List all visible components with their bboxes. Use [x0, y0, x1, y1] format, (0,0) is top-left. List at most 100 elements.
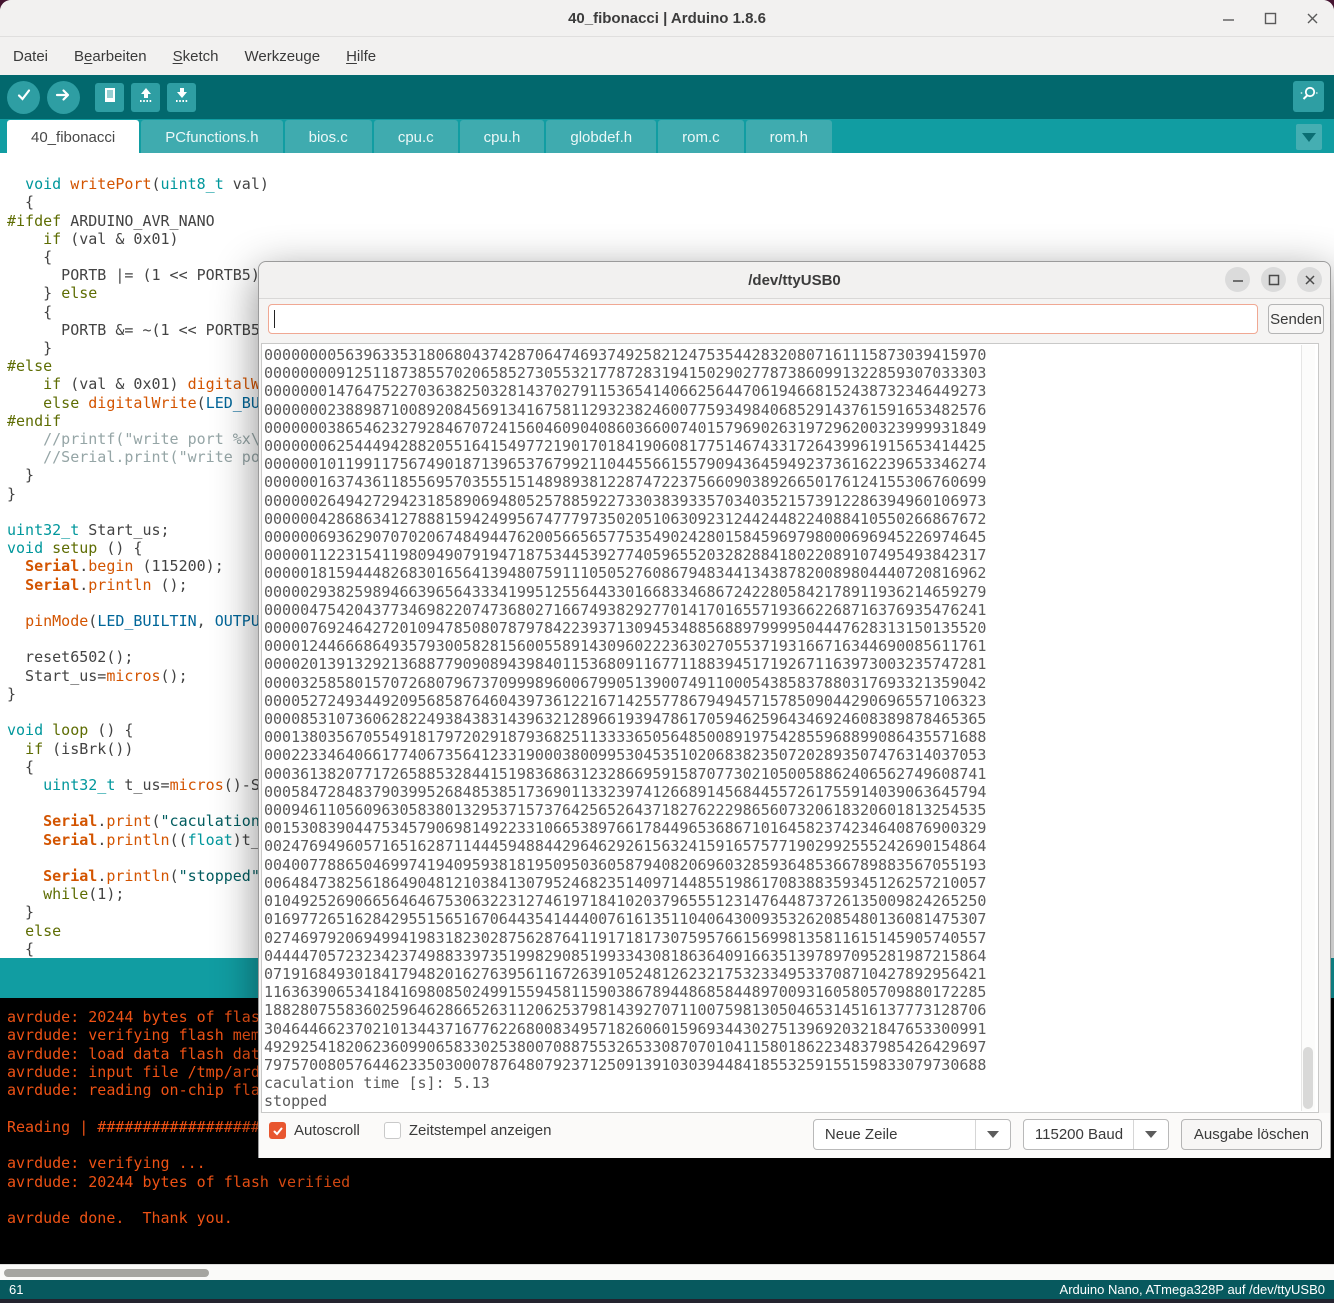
new-sketch-button[interactable]	[95, 82, 124, 112]
autoscroll-label: Autoscroll	[294, 1122, 360, 1139]
serial-vertical-scrollbar[interactable]	[1301, 345, 1315, 1111]
menubar: Datei Bearbeiten Sketch Werkzeuge Hilfe	[0, 37, 1334, 75]
text-line: 0040077886504699741940959381819509503605…	[264, 855, 987, 874]
clear-output-button[interactable]: Ausgabe löschen	[1180, 1119, 1322, 1150]
send-button[interactable]: Senden	[1268, 304, 1324, 334]
down-arrow-icon	[173, 86, 191, 109]
minimize-icon[interactable]	[1225, 267, 1250, 292]
screen: 40_fibonacci | Arduino 1.8.6 Datei Bearb…	[0, 0, 1334, 1303]
menu-datei[interactable]: Datei	[9, 46, 52, 67]
serial-controls-right: Neue Zeile 115200 Baud Ausgabe löschen	[812, 1119, 1322, 1150]
line-ending-dropdown[interactable]: Neue Zeile	[812, 1119, 1011, 1150]
text-line: #ifdef ARDUINO_AVR_NANO	[7, 211, 215, 230]
close-icon[interactable]	[1304, 10, 1320, 26]
text-line: void writePort(uint8_t val)	[25, 175, 269, 194]
window-bottom-edge	[0, 1299, 1334, 1303]
tab-40-fibonacci[interactable]: 40_fibonacci	[7, 120, 140, 154]
close-icon[interactable]	[1297, 267, 1322, 292]
tab-bios-c[interactable]: bios.c	[284, 120, 372, 154]
toolbar	[0, 75, 1334, 119]
serial-titlebar: /dev/ttyUSB0	[259, 262, 1330, 299]
text-line: 0000001011991175674901871396537679921104…	[264, 455, 987, 474]
horizontal-scrollbar[interactable]	[0, 1264, 1334, 1281]
statusbar: 61 Arduino Nano, ATmega328P auf /dev/tty…	[0, 1280, 1334, 1299]
tab-pcfunctions-h[interactable]: PCfunctions.h	[141, 120, 283, 154]
text-line: 0000000625444942882055164154977219017018…	[264, 437, 987, 456]
tab-cpu-c[interactable]: cpu.c	[373, 120, 458, 154]
chevron-down-icon	[986, 1131, 999, 1138]
check-icon	[273, 1127, 282, 1135]
text-line: caculation time [s]: 5.13	[264, 1074, 490, 1093]
serial-monitor-window: /dev/ttyUSB0 Senden 00000000563963353180…	[258, 261, 1331, 1158]
text-line: avrdude: 20244 bytes of flash verified	[7, 1172, 351, 1191]
right-arrow-icon	[55, 86, 73, 109]
dropdown-chevron[interactable]	[974, 1120, 1010, 1149]
text-line: 0000011223154119809490791947187534453927…	[264, 546, 987, 565]
menu-sketch[interactable]: Sketch	[169, 46, 223, 67]
minimize-icon[interactable]	[1220, 10, 1236, 26]
serial-output-area[interactable]: 0000000056396335318068043742870647469374…	[261, 343, 1319, 1113]
text-line: 0005847284837903995268485385173690113323…	[264, 782, 987, 801]
line-ending-value: Neue Zeile	[824, 1126, 898, 1143]
horizontal-scrollbar-thumb[interactable]	[4, 1269, 209, 1277]
text-line: stopped	[264, 1092, 328, 1111]
text-line: {	[7, 193, 35, 212]
magnifier-icon	[1299, 84, 1319, 109]
text-line: 0274697920694994198318230287562876411917…	[264, 928, 987, 947]
text-line: 0719168493018417948201627639561167263910…	[264, 964, 987, 983]
text-line: 0003613820771726588532844151983686312328…	[264, 764, 987, 783]
text-line: 0001380356705549181797202918793682511333…	[264, 728, 987, 747]
timestamp-checkbox[interactable]	[383, 1122, 401, 1139]
baud-rate-dropdown[interactable]: 115200 Baud	[1022, 1119, 1169, 1150]
text-line: 0000000238898710089208456913416758112932…	[264, 400, 987, 419]
tab-cpu-h[interactable]: cpu.h	[459, 120, 545, 154]
text-line: avrdude done. Thank you.	[7, 1209, 233, 1228]
text-line: 1882807558360259646286652631120625379814…	[264, 1001, 987, 1020]
chevron-down-icon	[1144, 1131, 1157, 1138]
text-line: 0000004286863412788815942499567477797350…	[264, 509, 987, 528]
upload-button[interactable]	[47, 80, 80, 114]
text-line: 7975700805764462335030007876480792371250…	[264, 1055, 987, 1074]
main-window-controls	[1220, 0, 1320, 36]
serial-bottom-bar: Autoscroll Zeitstempel anzeigen Neue Zei…	[259, 1113, 1330, 1158]
tab-rom-h[interactable]: rom.h	[745, 120, 832, 154]
text-line: 0064847382561864904812103841307952468235…	[264, 873, 987, 892]
tab-rom-c[interactable]: rom.c	[658, 120, 744, 154]
up-arrow-icon	[137, 86, 155, 109]
maximize-icon[interactable]	[1262, 10, 1278, 26]
text-line: 4929254182062360990658330253800708875532…	[264, 1037, 987, 1056]
text-line: if (val & 0x01)	[43, 229, 179, 248]
text-line	[7, 157, 1334, 175]
document-icon	[101, 86, 119, 109]
tab-list-dropdown-button[interactable]	[1296, 124, 1322, 150]
chevron-down-icon	[1302, 132, 1316, 142]
menu-bearbeiten[interactable]: Bearbeiten	[70, 46, 151, 67]
serial-options: Autoscroll Zeitstempel anzeigen	[269, 1122, 551, 1139]
serial-monitor-button[interactable]	[1293, 81, 1324, 112]
maximize-icon[interactable]	[1261, 267, 1286, 292]
serial-send-input[interactable]	[268, 304, 1258, 334]
text-line: 0000000386546232792846707241560460904086…	[264, 418, 987, 437]
save-sketch-button[interactable]	[167, 82, 196, 112]
text-line: 0000201391329213688779090894398401153680…	[264, 655, 987, 674]
text-line: 0104925269066564646753063223127461971841…	[264, 892, 987, 911]
text-line: 0000002649427294231858906948052578859227…	[264, 491, 987, 510]
verify-button[interactable]	[7, 80, 40, 114]
statusbar-line-number: 61	[9, 1282, 24, 1297]
text-line: 0015308390447534579069814922331066538976…	[264, 819, 987, 838]
dropdown-chevron[interactable]	[1132, 1120, 1168, 1149]
menu-werkzeuge[interactable]: Werkzeuge	[240, 46, 324, 67]
window-title: 40_fibonacci | Arduino 1.8.6	[568, 9, 766, 27]
autoscroll-checkbox[interactable]	[269, 1122, 286, 1139]
text-line: 0000527249344920956858764604397361221671…	[264, 691, 987, 710]
open-sketch-button[interactable]	[131, 82, 160, 112]
text-line: 0002233464066177406735641233190003800995…	[264, 746, 987, 765]
text-line: 0000325858015707268079673709998960067990…	[264, 673, 987, 692]
text-line: 0000018159444826830165641394807591110505…	[264, 564, 987, 583]
serial-scrollbar-thumb[interactable]	[1303, 1047, 1313, 1109]
menu-hilfe[interactable]: Hilfe	[342, 46, 380, 67]
tab-globdef-h[interactable]: globdef.h	[546, 120, 657, 154]
timestamp-label: Zeitstempel anzeigen	[408, 1122, 552, 1139]
text-line: 0169772651628429551565167064435414440076…	[264, 910, 987, 929]
text-line: 0000000091251187385570206585273055321778…	[264, 364, 987, 383]
